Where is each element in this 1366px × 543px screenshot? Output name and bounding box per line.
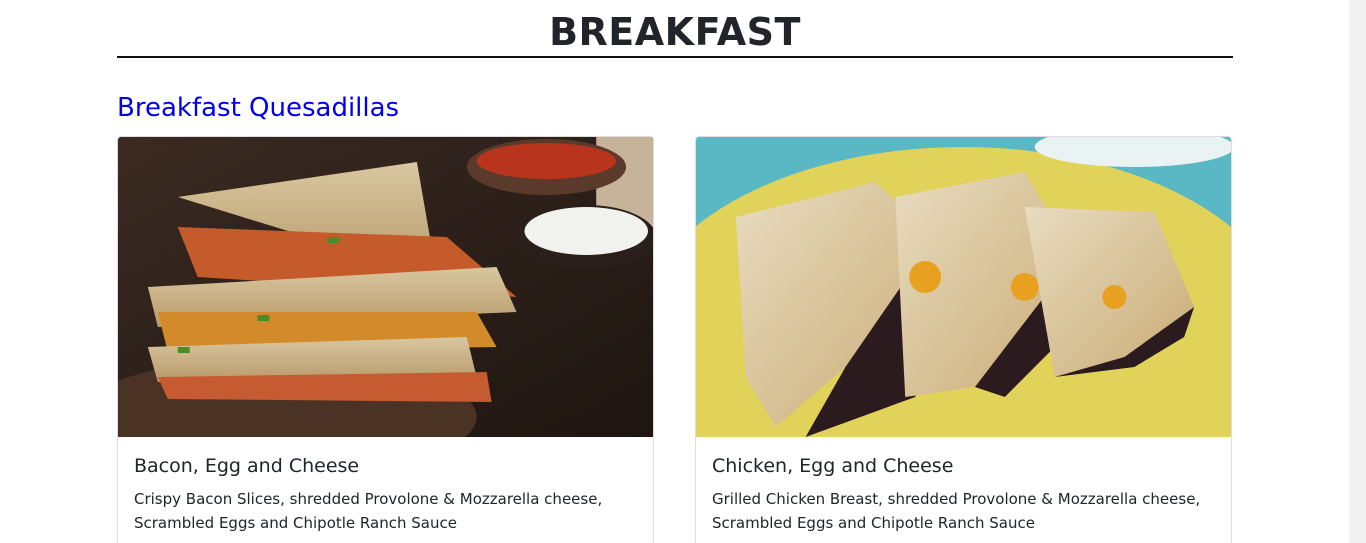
page: BREAKFAST Breakfast Quesadillas Bacon, E… <box>0 0 1366 543</box>
category-title-link[interactable]: Breakfast Quesadillas <box>117 90 399 126</box>
menu-container: BREAKFAST Breakfast Quesadillas Bacon, E… <box>117 0 1233 543</box>
bacon-quesadilla-photo <box>118 137 653 437</box>
card-body: Chicken, Egg and Cheese Grilled Chicken … <box>696 437 1231 535</box>
card-description: Grilled Chicken Breast, shredded Provolo… <box>712 490 1201 532</box>
chicken-quesadilla-photo <box>696 137 1231 437</box>
menu-card-chicken[interactable]: Chicken, Egg and Cheese Grilled Chicken … <box>695 136 1232 543</box>
vertical-scrollbar[interactable] <box>1349 0 1366 543</box>
card-title: Bacon, Egg and Cheese <box>134 455 360 477</box>
menu-card-bacon[interactable]: Bacon, Egg and Cheese Crispy Bacon Slice… <box>117 136 654 543</box>
section-title: BREAKFAST <box>117 0 1233 58</box>
card-description: Crispy Bacon Slices, shredded Provolone … <box>134 490 603 532</box>
card-title: Chicken, Egg and Cheese <box>712 455 954 477</box>
card-body: Bacon, Egg and Cheese Crispy Bacon Slice… <box>118 437 653 535</box>
